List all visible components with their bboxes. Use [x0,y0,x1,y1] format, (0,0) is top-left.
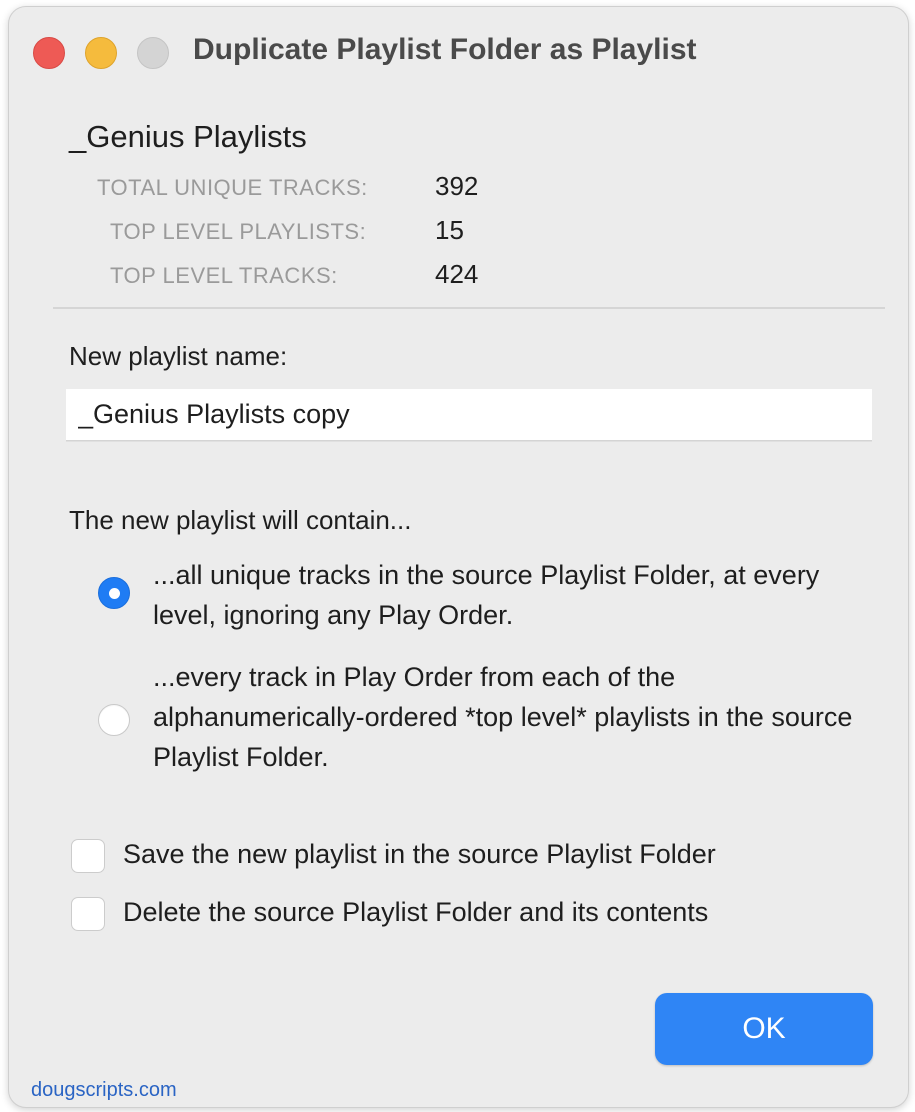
radio-every-track-play-order[interactable] [98,704,130,736]
title-bar: Duplicate Playlist Folder as Playlist [9,7,908,91]
ok-button[interactable]: OK [655,993,873,1065]
window-title: Duplicate Playlist Folder as Playlist [193,33,697,66]
minimize-window-button[interactable] [85,37,117,69]
new-playlist-name-label: New playlist name: [69,341,288,371]
delete-source-folder-label[interactable]: Delete the source Playlist Folder and it… [123,897,708,928]
stat-label-top-level-playlists: TOP LEVEL PLAYLISTS: [110,219,367,244]
stat-value-top-level-tracks: 424 [435,259,479,289]
option-all-unique-tracks-label[interactable]: ...all unique tracks in the source Playl… [153,555,883,635]
stat-label-total-unique-tracks: TOTAL UNIQUE TRACKS: [97,175,368,200]
stat-value-top-level-playlists: 15 [435,215,464,245]
delete-source-folder-checkbox[interactable] [71,897,105,931]
save-in-source-folder-checkbox[interactable] [71,839,105,873]
stat-label-top-level-tracks: TOP LEVEL TRACKS: [110,263,338,288]
option-every-track-play-order-label[interactable]: ...every track in Play Order from each o… [153,657,883,777]
source-folder-name: _Genius Playlists [69,119,307,154]
zoom-window-button [137,37,169,69]
new-playlist-name-input[interactable] [66,389,872,441]
section-divider [53,307,885,309]
radio-all-unique-tracks[interactable] [98,577,130,609]
stat-value-total-unique-tracks: 392 [435,171,479,201]
dialog-window: Duplicate Playlist Folder as Playlist _G… [8,6,909,1108]
contain-heading: The new playlist will contain... [69,505,412,535]
dougscripts-link[interactable]: dougscripts.com [31,1079,177,1102]
save-in-source-folder-label[interactable]: Save the new playlist in the source Play… [123,839,716,870]
close-window-button[interactable] [33,37,65,69]
